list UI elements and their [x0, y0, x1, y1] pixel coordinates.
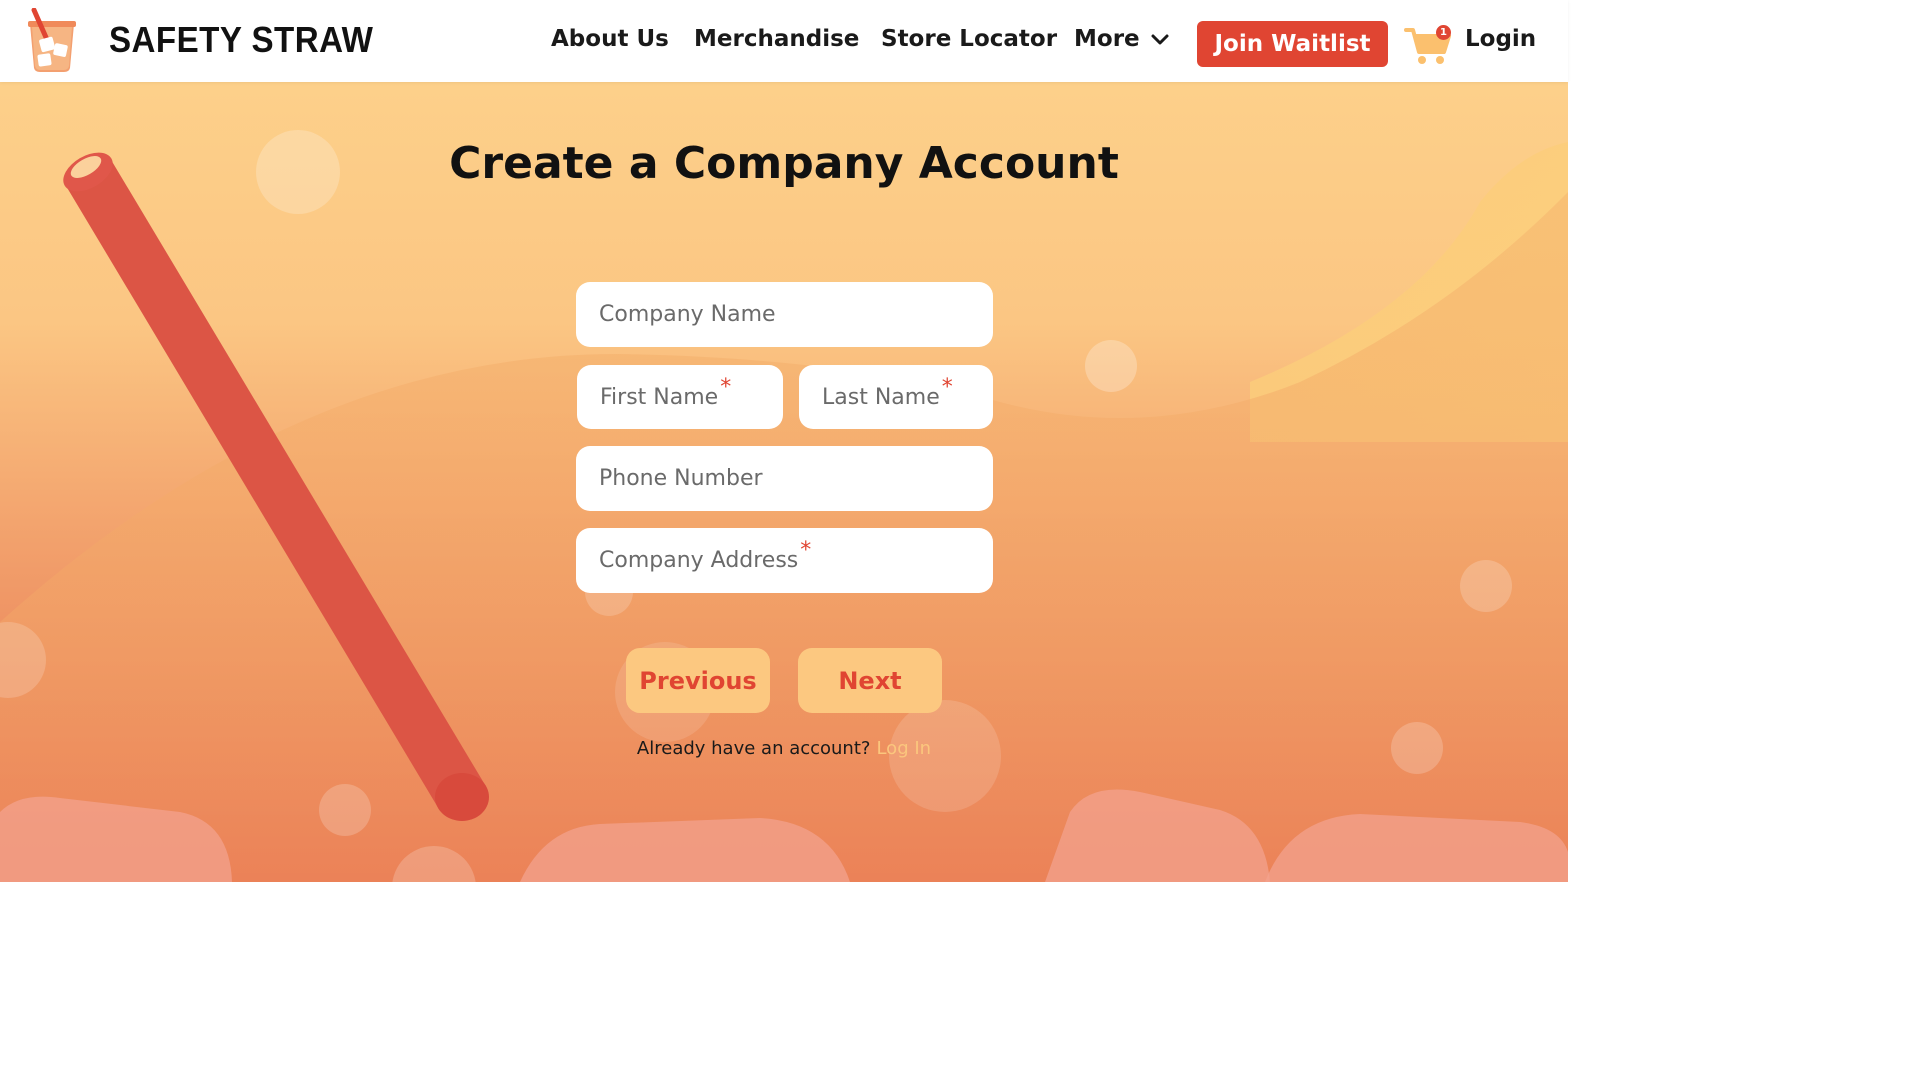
signup-section: Create a Company Account Company Name Fi…: [0, 82, 1568, 882]
company-address-placeholder: Company Address: [599, 548, 799, 573]
last-name-field[interactable]: Last Name *: [799, 365, 993, 429]
bubble: [1085, 340, 1137, 392]
previous-button[interactable]: Previous: [626, 648, 770, 713]
nav-about-us[interactable]: About Us: [551, 26, 669, 52]
chevron-down-icon: [1151, 34, 1169, 45]
next-button[interactable]: Next: [798, 648, 942, 713]
log-in-link[interactable]: Log In: [876, 738, 931, 759]
first-name-field[interactable]: First Name *: [577, 365, 783, 429]
nav-merchandise[interactable]: Merchandise: [694, 26, 859, 52]
bubble: [1460, 560, 1512, 612]
required-marker: *: [800, 538, 812, 563]
required-marker: *: [941, 374, 953, 400]
login-prompt: Already have an account? Log In: [0, 738, 1568, 759]
phone-number-placeholder: Phone Number: [599, 466, 763, 491]
join-waitlist-button[interactable]: Join Waitlist: [1197, 21, 1388, 67]
first-name-placeholder: First Name: [600, 384, 719, 410]
company-name-placeholder: Company Name: [599, 302, 776, 327]
nav-more-label: More: [1074, 26, 1140, 52]
nav-store-locator[interactable]: Store Locator: [881, 26, 1057, 52]
cart-count-badge: 1: [1436, 25, 1451, 40]
last-name-placeholder: Last Name: [822, 384, 940, 410]
company-name-field[interactable]: Company Name: [576, 282, 993, 347]
brand-name[interactable]: SAFETY STRAW: [109, 19, 373, 61]
bubble: [319, 784, 371, 836]
login-link[interactable]: Login: [1465, 26, 1536, 52]
required-marker: *: [720, 374, 732, 400]
nav-more-dropdown[interactable]: More: [1074, 26, 1170, 52]
site-header: SAFETY STRAW About Us Merchandise Store …: [0, 0, 1568, 82]
login-prompt-text: Already have an account?: [636, 738, 871, 759]
phone-number-field[interactable]: Phone Number: [576, 446, 993, 511]
straw-cup-logo-icon[interactable]: [24, 8, 80, 74]
page-title: Create a Company Account: [449, 138, 1119, 189]
company-address-field[interactable]: Company Address *: [576, 528, 993, 593]
